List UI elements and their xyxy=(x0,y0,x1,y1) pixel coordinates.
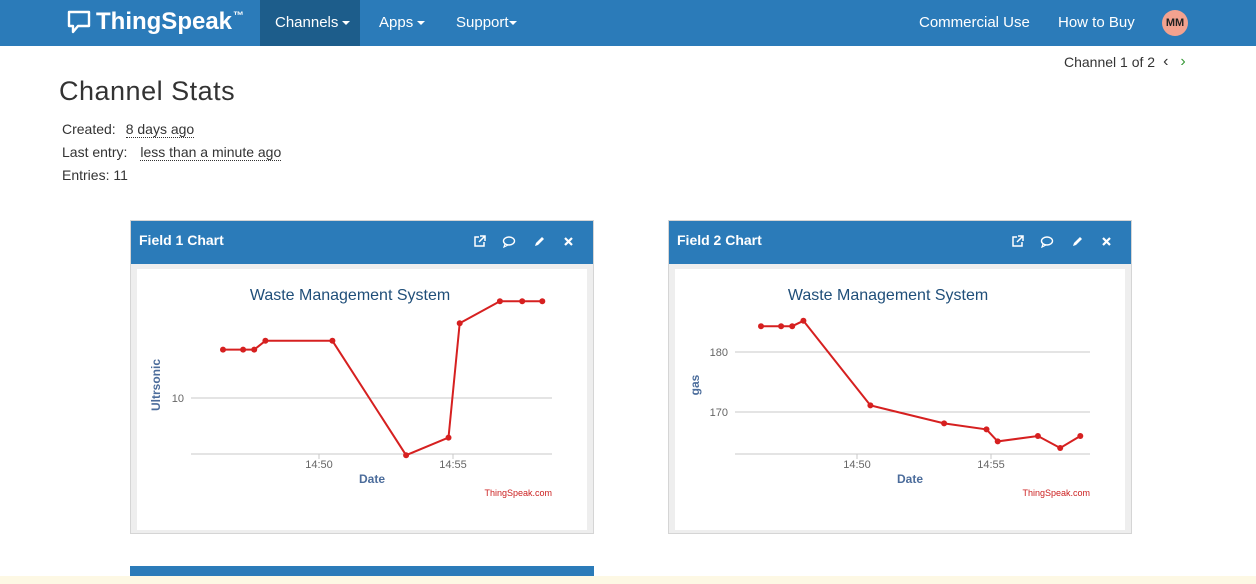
data-point[interactable] xyxy=(983,426,990,433)
series-line-group xyxy=(220,298,546,459)
panel-title: Field 2 Chart xyxy=(677,232,762,248)
y-axis-label: gas xyxy=(688,374,702,395)
y-tick-label: 170 xyxy=(710,407,728,419)
chevron-down-icon xyxy=(417,21,426,26)
data-point[interactable] xyxy=(456,320,463,327)
data-point[interactable] xyxy=(1077,433,1084,439)
data-point[interactable] xyxy=(789,323,796,330)
data-point[interactable] xyxy=(329,337,336,344)
comment-icon[interactable] xyxy=(501,233,517,249)
data-point[interactable] xyxy=(445,434,452,441)
user-avatar[interactable]: MM xyxy=(1162,10,1188,36)
top-navbar: ThingSpeak ™ Channels Apps Support Commer… xyxy=(0,0,1256,46)
chevron-left-icon[interactable]: ‹ xyxy=(1163,53,1168,71)
nav-channels[interactable]: Channels xyxy=(260,0,360,46)
external-link-icon[interactable] xyxy=(471,233,487,249)
x-tick-label: 14:50 xyxy=(305,459,333,471)
close-icon[interactable] xyxy=(560,233,576,249)
channel-pager: Channel 1 of 2 ‹ › xyxy=(1064,53,1186,71)
data-point[interactable] xyxy=(778,323,785,330)
data-point[interactable] xyxy=(867,402,874,409)
chart-credit: ThingSpeak.com xyxy=(1022,488,1090,498)
stat-created-value: 8 days ago xyxy=(125,121,195,138)
y-tick-label: 180 xyxy=(710,347,728,359)
footer-banner xyxy=(0,576,1256,584)
pencil-icon[interactable] xyxy=(1069,233,1085,249)
data-point[interactable] xyxy=(240,346,247,353)
chart-svg: Waste Management System 14:50 14:55 170 … xyxy=(688,287,1090,498)
data-point[interactable] xyxy=(994,438,1001,445)
data-point[interactable] xyxy=(1057,445,1064,451)
series-line xyxy=(761,319,1081,450)
brand-name: ThingSpeak xyxy=(96,8,233,35)
chart-area: Waste Management System 14:50 14:55 170 … xyxy=(675,269,1125,530)
data-point[interactable] xyxy=(758,323,764,330)
x-axis-label: Date xyxy=(897,472,923,486)
nav-support-label: Support xyxy=(456,14,509,31)
chevron-down-icon xyxy=(508,21,517,26)
stat-last-entry-value: less than a minute ago xyxy=(140,144,282,161)
stat-last-entry: Last entry: less than a minute ago xyxy=(62,144,282,161)
x-axis-label: Date xyxy=(359,472,385,486)
chart-title: Waste Management System xyxy=(788,287,988,304)
page-title: Channel Stats xyxy=(59,76,236,106)
data-point[interactable] xyxy=(403,452,410,459)
panel-title: Field 1 Chart xyxy=(139,232,224,248)
nav-support[interactable]: Support xyxy=(456,0,517,46)
chart-credit: ThingSpeak.com xyxy=(484,488,552,498)
stat-created-label: Created: xyxy=(62,121,116,137)
external-link-icon[interactable] xyxy=(1009,233,1025,249)
chevron-right-icon[interactable]: › xyxy=(1180,53,1185,71)
x-tick-label: 14:50 xyxy=(843,459,871,471)
x-tick-label: 14:55 xyxy=(439,459,467,471)
data-point[interactable] xyxy=(800,317,807,324)
data-point[interactable] xyxy=(251,346,258,353)
pencil-icon[interactable] xyxy=(531,233,547,249)
stat-last-entry-label: Last entry: xyxy=(62,144,128,160)
chart-svg: Waste Management System 14:50 14:55 10 D… xyxy=(149,287,552,498)
series-line xyxy=(223,300,543,457)
stat-created: Created: 8 days ago xyxy=(62,121,195,138)
data-point[interactable] xyxy=(220,346,226,353)
nav-apps-label: Apps xyxy=(379,14,414,31)
nav-commercial-use[interactable]: Commercial Use xyxy=(919,0,1030,46)
stat-entries: Entries: 11 xyxy=(62,167,128,183)
brand-trademark: ™ xyxy=(233,10,245,22)
data-point[interactable] xyxy=(941,420,948,427)
data-point[interactable] xyxy=(1034,433,1041,439)
brand-logo[interactable]: ThingSpeak ™ xyxy=(66,7,244,37)
comment-icon[interactable] xyxy=(1039,233,1055,249)
data-point[interactable] xyxy=(496,298,503,305)
data-point[interactable] xyxy=(519,298,526,305)
panel-header: Field 1 Chart xyxy=(131,221,593,264)
nav-how-to-buy[interactable]: How to Buy xyxy=(1058,0,1135,46)
chart-title: Waste Management System xyxy=(250,287,450,304)
field-2-chart-panel: Field 2 Chart Waste Management System 14… xyxy=(668,220,1132,534)
nav-channels-label: Channels xyxy=(275,14,339,31)
chart-area: Waste Management System 14:50 14:55 10 D… xyxy=(137,269,587,530)
y-tick-label: 10 xyxy=(172,393,184,405)
data-point[interactable] xyxy=(539,298,546,305)
close-icon[interactable] xyxy=(1098,233,1114,249)
chevron-down-icon xyxy=(342,21,351,26)
channel-pager-label: Channel 1 of 2 xyxy=(1064,54,1156,70)
y-axis-label: Ultrsonic xyxy=(149,359,163,411)
x-tick-label: 14:55 xyxy=(977,459,1005,471)
nav-apps[interactable]: Apps xyxy=(379,0,426,46)
data-point[interactable] xyxy=(262,337,269,344)
field-1-chart-panel: Field 1 Chart Waste Management System 14… xyxy=(130,220,594,534)
speech-bubble-icon xyxy=(67,10,91,34)
panel-header: Field 2 Chart xyxy=(669,221,1131,264)
series-line-group xyxy=(758,317,1084,451)
